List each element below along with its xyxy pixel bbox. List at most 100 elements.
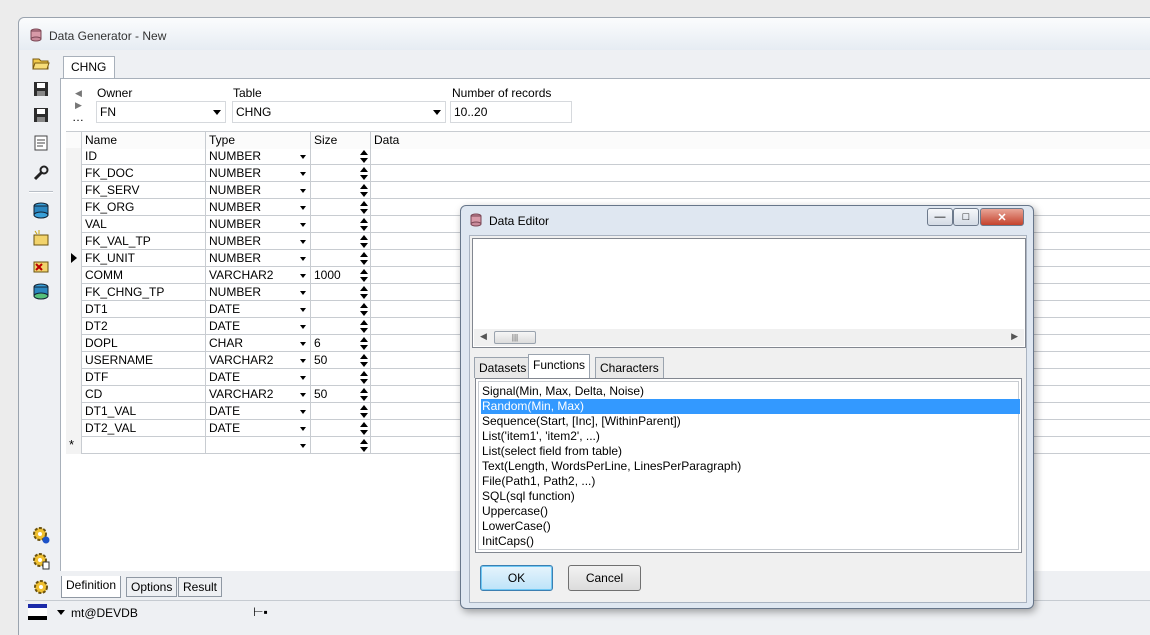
column-type-cell[interactable]: NUMBER <box>206 182 311 199</box>
chevron-down-icon[interactable] <box>57 610 65 615</box>
chevron-down-icon[interactable] <box>300 342 306 346</box>
owner-select[interactable]: FN <box>96 101 226 123</box>
expression-textarea[interactable]: ◀ ||| ▶ <box>472 238 1026 348</box>
column-type-cell[interactable]: NUMBER <box>206 284 311 301</box>
column-type-cell[interactable] <box>206 437 311 454</box>
column-type-cell[interactable]: CHAR <box>206 335 311 352</box>
dialog-title-bar[interactable]: Data Editor — □ ✕ <box>461 206 1033 236</box>
row-header[interactable] <box>66 369 82 386</box>
column-size-cell[interactable] <box>311 369 371 386</box>
row-header[interactable] <box>66 403 82 420</box>
table-delete-icon[interactable] <box>29 254 53 276</box>
save-as-icon[interactable] <box>29 104 53 126</box>
chevron-down-icon[interactable] <box>300 325 306 329</box>
list-item[interactable]: Random(Min, Max) <box>481 399 1020 414</box>
column-size-cell[interactable] <box>311 318 371 335</box>
chevron-down-icon[interactable] <box>300 172 306 176</box>
chevron-down-icon[interactable] <box>300 240 306 244</box>
chevron-down-icon[interactable] <box>300 291 306 295</box>
row-header[interactable] <box>66 199 82 216</box>
list-item[interactable]: Sequence(Start, [Inc], [WithinParent]) <box>481 414 1020 429</box>
main-title-bar[interactable]: Data Generator - New <box>19 18 1150 50</box>
tab-options[interactable]: Options <box>126 577 178 597</box>
column-name-cell[interactable]: USERNAME <box>82 352 206 369</box>
spinner-icon[interactable] <box>359 217 368 232</box>
column-type-cell[interactable]: DATE <box>206 318 311 335</box>
nav-prev-icon[interactable]: ◀ <box>75 88 82 99</box>
column-name-cell[interactable]: FK_SERV <box>82 182 206 199</box>
chevron-down-icon[interactable] <box>300 308 306 312</box>
column-type-cell[interactable]: NUMBER <box>206 148 311 165</box>
chevron-down-icon[interactable] <box>300 410 306 414</box>
column-name-cell[interactable]: CD <box>82 386 206 403</box>
column-type-cell[interactable]: DATE <box>206 301 311 318</box>
tab-functions[interactable]: Functions <box>528 354 591 379</box>
column-name-cell[interactable]: FK_UNIT <box>82 250 206 267</box>
maximize-button[interactable]: □ <box>953 208 979 226</box>
tab-result[interactable]: Result <box>178 577 223 597</box>
row-header[interactable] <box>66 148 82 165</box>
row-header[interactable] <box>66 352 82 369</box>
ok-button[interactable]: OK <box>480 565 553 591</box>
column-size-cell[interactable] <box>311 165 371 182</box>
column-size-cell[interactable]: 50 <box>311 386 371 403</box>
spinner-icon[interactable] <box>359 183 368 198</box>
column-size-cell[interactable] <box>311 182 371 199</box>
list-item[interactable]: List('item1', 'item2', ...) <box>481 429 1020 444</box>
column-type-cell[interactable]: VARCHAR2 <box>206 386 311 403</box>
column-size-cell[interactable]: 1000 <box>311 267 371 284</box>
column-type-cell[interactable]: DATE <box>206 420 311 437</box>
column-type-cell[interactable]: NUMBER <box>206 216 311 233</box>
column-name-cell[interactable]: DT1_VAL <box>82 403 206 420</box>
row-header[interactable] <box>66 216 82 233</box>
list-item[interactable]: Signal(Min, Max, Delta, Noise) <box>481 384 1020 399</box>
list-item[interactable]: InitCaps() <box>481 534 1020 549</box>
chevron-down-icon[interactable] <box>300 189 306 193</box>
chevron-down-icon[interactable] <box>300 206 306 210</box>
tab-chng[interactable]: CHNG <box>63 56 115 79</box>
column-size-cell[interactable] <box>311 284 371 301</box>
connection-label[interactable]: mt@DEVDB <box>71 606 138 620</box>
spinner-icon[interactable] <box>359 268 368 283</box>
spinner-icon[interactable] <box>359 251 368 266</box>
list-item[interactable]: File(Path1, Path2, ...) <box>481 474 1020 489</box>
pin-icon[interactable]: ⊢▪ <box>253 605 268 619</box>
tab-datasets[interactable]: Datasets <box>474 357 532 378</box>
spinner-icon[interactable] <box>359 149 368 164</box>
properties-icon[interactable] <box>29 132 53 154</box>
list-item[interactable]: LowerCase() <box>481 519 1020 534</box>
column-name-cell[interactable]: COMM <box>82 267 206 284</box>
gear-icon[interactable] <box>29 576 53 598</box>
column-type-cell[interactable]: DATE <box>206 403 311 420</box>
spinner-icon[interactable] <box>359 319 368 334</box>
column-name-cell[interactable]: DOPL <box>82 335 206 352</box>
column-size-cell[interactable]: 6 <box>311 335 371 352</box>
row-header[interactable] <box>66 301 82 318</box>
gear-doc-icon[interactable] <box>29 550 53 572</box>
column-name-cell[interactable] <box>82 437 206 454</box>
column-name-cell[interactable]: FK_DOC <box>82 165 206 182</box>
column-size-cell[interactable] <box>311 233 371 250</box>
row-header[interactable] <box>66 386 82 403</box>
list-item[interactable]: Text(Length, WordsPerLine, LinesPerParag… <box>481 459 1020 474</box>
column-name-cell[interactable]: FK_VAL_TP <box>82 233 206 250</box>
spinner-icon[interactable] <box>359 421 368 436</box>
column-size-cell[interactable] <box>311 216 371 233</box>
column-header-data[interactable]: Data <box>371 132 1150 149</box>
scroll-right-icon[interactable]: ▶ <box>1011 331 1018 342</box>
chevron-down-icon[interactable] <box>300 274 306 278</box>
table-row[interactable]: FK_SERV NUMBER <box>66 182 1150 199</box>
column-type-cell[interactable]: NUMBER <box>206 233 311 250</box>
table-select[interactable]: CHNG <box>232 101 446 123</box>
column-type-cell[interactable]: VARCHAR2 <box>206 267 311 284</box>
list-item[interactable]: Uppercase() <box>481 504 1020 519</box>
save-icon[interactable] <box>29 78 53 100</box>
column-data-cell[interactable] <box>371 148 1150 165</box>
row-header[interactable] <box>66 318 82 335</box>
nav-more-icon[interactable]: … <box>72 110 84 124</box>
chevron-down-icon[interactable] <box>300 257 306 261</box>
column-name-cell[interactable]: DT2_VAL <box>82 420 206 437</box>
spinner-icon[interactable] <box>359 302 368 317</box>
db-icon[interactable] <box>29 200 53 222</box>
db-green-icon[interactable] <box>29 281 53 303</box>
